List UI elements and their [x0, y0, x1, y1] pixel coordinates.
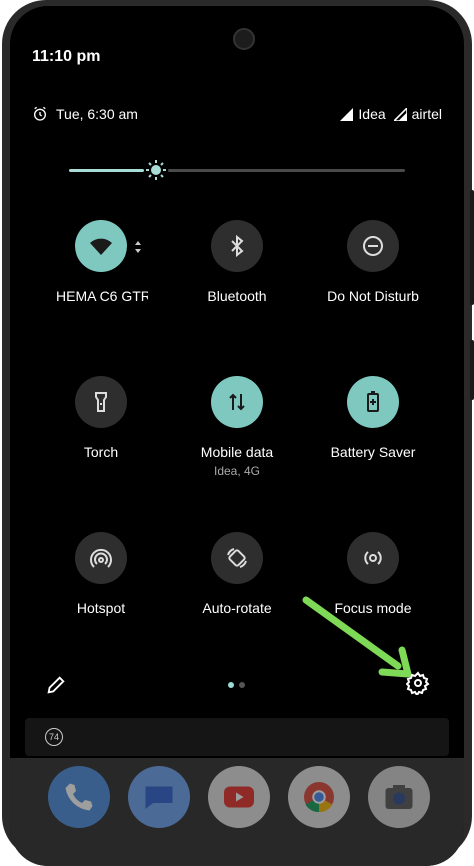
wifi-icon: [90, 238, 112, 255]
brightness-slider[interactable]: [69, 158, 405, 182]
notification-count-badge: 74: [45, 728, 63, 746]
chevron-up-down-icon[interactable]: [133, 240, 143, 254]
auto-rotate-icon: [227, 548, 247, 568]
brightness-track-fill: [69, 169, 144, 172]
page-indicator: [228, 682, 245, 688]
signal-icon: [340, 107, 354, 121]
hotspot-icon: [90, 548, 112, 568]
quick-settings-panel: 11:10 pm Tue, 6:30 am Idea airtel HEMA C…: [10, 6, 464, 866]
front-camera: [233, 28, 255, 50]
tile-hotspot-button[interactable]: [75, 532, 127, 584]
annotation-arrow: [302, 596, 412, 678]
phone-icon: [65, 783, 93, 811]
tile-mobile-data[interactable]: Mobile data Idea, 4G: [167, 376, 307, 478]
tile-mobile-data-button[interactable]: [211, 376, 263, 428]
tile-battery-saver[interactable]: Battery Saver: [303, 376, 443, 460]
tile-mobile-data-sublabel: Idea, 4G: [213, 464, 261, 478]
tile-wifi-label: HEMA C6 GTR: [56, 288, 148, 304]
tile-focus-mode-button[interactable]: [347, 532, 399, 584]
carrier-info: Idea airtel: [340, 106, 442, 122]
mobile-data-icon: [229, 393, 245, 411]
tile-battery-saver-label: Battery Saver: [330, 444, 416, 460]
tile-mobile-data-label: Mobile data: [200, 444, 274, 460]
phone-frame: 11:10 pm Tue, 6:30 am Idea airtel HEMA C…: [2, 0, 474, 866]
status-time: 11:10 pm: [32, 48, 101, 65]
brightness-sun-icon[interactable]: [144, 158, 168, 182]
tile-battery-saver-button[interactable]: [347, 376, 399, 428]
brightness-track: [168, 169, 405, 172]
edit-pencil-icon[interactable]: [45, 674, 67, 696]
tile-bluetooth-label: Bluetooth: [207, 288, 267, 304]
tile-bluetooth[interactable]: Bluetooth: [167, 220, 307, 304]
battery-saver-icon: [367, 391, 379, 412]
tile-torch-label: Torch: [83, 444, 119, 460]
notification-bar[interactable]: 74: [25, 718, 449, 756]
tile-auto-rotate[interactable]: Auto-rotate: [167, 532, 307, 616]
settings-gear-icon[interactable]: [406, 671, 430, 695]
focus-mode-icon: [364, 551, 382, 565]
do-not-disturb-icon: [363, 236, 383, 256]
camera-app-icon[interactable]: [368, 766, 430, 828]
chrome-app-icon[interactable]: [288, 766, 350, 828]
carrier-1: Idea: [340, 106, 386, 122]
tile-bluetooth-button[interactable]: [211, 220, 263, 272]
alarm-time: Tue, 6:30 am: [56, 106, 138, 122]
tile-torch-button[interactable]: [75, 376, 127, 428]
tile-torch[interactable]: Torch: [31, 376, 171, 460]
camera-icon: [385, 785, 413, 809]
tile-hotspot-label: Hotspot: [76, 600, 126, 616]
youtube-app-icon[interactable]: [208, 766, 270, 828]
youtube-icon: [224, 786, 254, 808]
side-button: [470, 190, 474, 305]
message-icon: [145, 786, 173, 809]
side-button: [470, 340, 474, 400]
bluetooth-icon: [231, 234, 244, 258]
carrier-2: airtel: [393, 106, 442, 122]
tile-do-not-disturb[interactable]: Do Not Disturb: [303, 220, 443, 304]
tile-dnd-label: Do Not Disturb: [327, 288, 419, 304]
tile-hotspot[interactable]: Hotspot: [31, 532, 171, 616]
page-dot-active: [228, 682, 234, 688]
page-dot: [239, 682, 245, 688]
phone-app-icon[interactable]: [48, 766, 110, 828]
carrier-name: airtel: [411, 106, 442, 122]
tile-wifi[interactable]: HEMA C6 GTR: [31, 220, 171, 304]
chrome-icon: [304, 782, 334, 813]
torch-icon: [95, 392, 107, 412]
alarm-clock-icon: [34, 106, 46, 121]
carrier-name: Idea: [358, 106, 386, 122]
tile-wifi-button[interactable]: [75, 220, 127, 272]
messages-app-icon[interactable]: [128, 766, 190, 828]
alarm-info[interactable]: Tue, 6:30 am: [32, 106, 138, 122]
tile-dnd-button[interactable]: [347, 220, 399, 272]
signal-icon: [393, 107, 407, 121]
tile-auto-rotate-label: Auto-rotate: [202, 600, 272, 616]
tile-auto-rotate-button[interactable]: [211, 532, 263, 584]
